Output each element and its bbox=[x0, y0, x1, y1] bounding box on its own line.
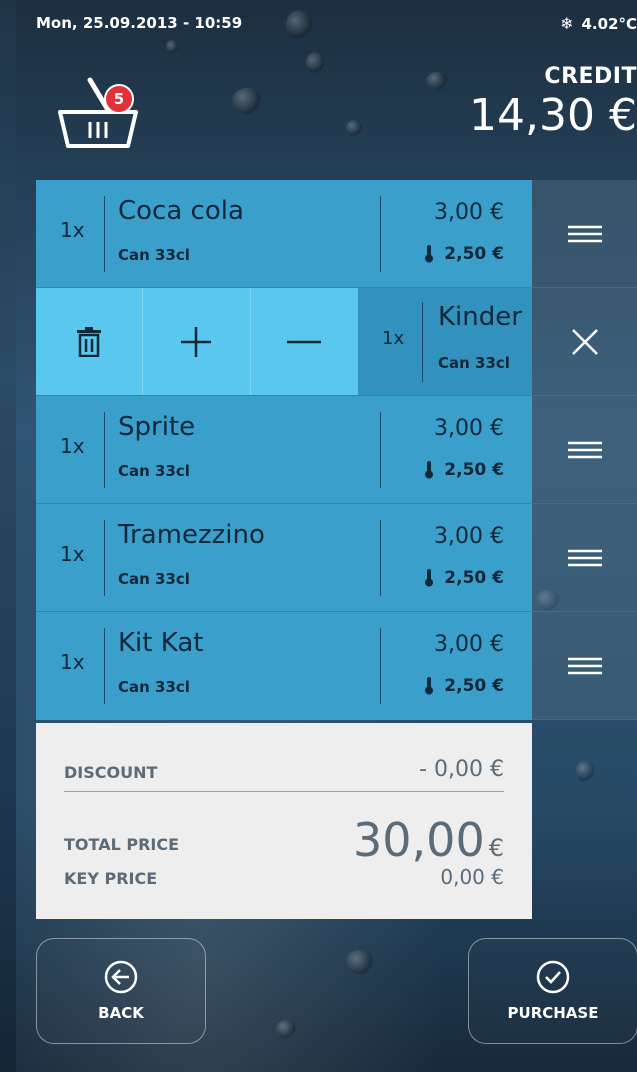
item-quantity: 1x bbox=[60, 434, 85, 458]
back-button-label: BACK bbox=[98, 1004, 144, 1022]
cart-item-row[interactable]: 1x Tramezzino Can 33cl 3,00 € 2,50 € bbox=[36, 504, 532, 612]
water-drop bbox=[306, 52, 324, 74]
item-size: Can 33cl bbox=[118, 570, 190, 588]
item-cold-price: 2,50 € bbox=[424, 568, 504, 588]
cart-item-row-editing: 1x Kinder Can 33cl bbox=[36, 288, 532, 396]
drag-handle[interactable] bbox=[532, 180, 637, 288]
close-icon bbox=[571, 328, 598, 355]
item-price: 3,00 € bbox=[434, 524, 504, 549]
item-size: Can 33cl bbox=[118, 462, 190, 480]
item-price: 3,00 € bbox=[434, 632, 504, 657]
divider bbox=[104, 412, 105, 488]
cart-item-row-swiped[interactable]: 1x Kinder Can 33cl bbox=[358, 288, 532, 395]
cart-item-list: 1x Coca cola Can 33cl 3,00 € 2,50 € 1x K… bbox=[36, 180, 532, 720]
item-name: Kinder bbox=[438, 302, 522, 332]
check-circle-icon bbox=[536, 960, 570, 994]
divider bbox=[104, 520, 105, 596]
price-summary: DISCOUNT - 0,00 € TOTAL PRICE KEY PRICE … bbox=[36, 723, 532, 919]
menu-handle-icon bbox=[567, 549, 602, 566]
water-drop bbox=[232, 88, 262, 114]
divider bbox=[380, 628, 381, 704]
water-drop bbox=[346, 120, 362, 136]
credit-label: CREDIT bbox=[544, 64, 637, 89]
purchase-button[interactable]: PURCHASE bbox=[468, 938, 637, 1044]
cart-count-badge: 5 bbox=[104, 84, 134, 114]
divider bbox=[64, 791, 504, 792]
total-price-value: 30,00 € bbox=[353, 813, 504, 867]
item-name: Tramezzino bbox=[118, 520, 265, 550]
item-quantity: 1x bbox=[60, 542, 85, 566]
drag-handle[interactable] bbox=[532, 396, 637, 504]
total-currency: € bbox=[488, 834, 504, 862]
item-name: Sprite bbox=[118, 412, 196, 442]
drag-handle[interactable] bbox=[532, 612, 637, 720]
status-bar: Mon, 25.09.2013 - 10:59 ❄ 4.02°C bbox=[36, 14, 637, 38]
divider bbox=[422, 302, 423, 382]
water-drop bbox=[426, 72, 448, 90]
snowflake-icon: ❄ bbox=[560, 14, 574, 33]
item-size: Can 33cl bbox=[118, 246, 190, 264]
item-size: Can 33cl bbox=[438, 354, 510, 372]
close-edit-button[interactable] bbox=[532, 288, 637, 396]
cart-item-row[interactable]: 1x Kit Kat Can 33cl 3,00 € 2,50 € bbox=[36, 612, 532, 720]
divider bbox=[104, 628, 105, 704]
back-arrow-icon bbox=[104, 960, 138, 994]
item-cold-price: 2,50 € bbox=[424, 676, 504, 696]
cart-item-row[interactable]: 1x Coca cola Can 33cl 3,00 € 2,50 € bbox=[36, 180, 532, 288]
divider bbox=[380, 412, 381, 488]
cart-item-row[interactable]: 1x Sprite Can 33cl 3,00 € 2,50 € bbox=[36, 396, 532, 504]
back-button[interactable]: BACK bbox=[36, 938, 206, 1044]
thermometer-icon bbox=[425, 677, 434, 695]
trash-icon bbox=[77, 327, 101, 357]
water-drop bbox=[166, 40, 178, 54]
total-amount: 30,00 bbox=[353, 813, 485, 867]
water-drop bbox=[576, 760, 594, 782]
discount-label: DISCOUNT bbox=[64, 763, 158, 782]
item-cold-price: 2,50 € bbox=[424, 244, 504, 264]
thermometer-icon bbox=[425, 461, 434, 479]
divider bbox=[104, 196, 105, 272]
cold-price-value: 2,50 € bbox=[444, 568, 504, 588]
item-price: 3,00 € bbox=[434, 416, 504, 441]
delete-item-button[interactable] bbox=[36, 288, 143, 395]
thermometer-icon bbox=[425, 245, 434, 263]
row-handles bbox=[532, 180, 637, 720]
screen: Mon, 25.09.2013 - 10:59 ❄ 4.02°C 5 CREDI… bbox=[16, 0, 637, 1072]
menu-handle-icon bbox=[567, 657, 602, 674]
divider bbox=[380, 196, 381, 272]
thermometer-icon bbox=[425, 569, 434, 587]
decrease-quantity-button[interactable] bbox=[250, 288, 358, 395]
item-name: Coca cola bbox=[118, 196, 244, 226]
datetime: Mon, 25.09.2013 - 10:59 bbox=[36, 14, 243, 32]
minus-icon bbox=[287, 340, 321, 344]
drag-handle[interactable] bbox=[532, 504, 637, 612]
cold-price-value: 2,50 € bbox=[444, 244, 504, 264]
increase-quantity-button[interactable] bbox=[142, 288, 251, 395]
temperature-value: 4.02°C bbox=[581, 14, 637, 33]
key-price-label: KEY PRICE bbox=[64, 869, 158, 888]
total-price-label: TOTAL PRICE bbox=[64, 835, 180, 854]
purchase-button-label: PURCHASE bbox=[507, 1004, 599, 1022]
item-quantity: 1x bbox=[382, 328, 405, 349]
credit-value: 14,30 € bbox=[469, 90, 637, 141]
item-cold-price: 2,50 € bbox=[424, 460, 504, 480]
discount-value: - 0,00 € bbox=[419, 757, 504, 782]
menu-handle-icon bbox=[567, 225, 602, 242]
item-price: 3,00 € bbox=[434, 200, 504, 225]
item-quantity: 1x bbox=[60, 650, 85, 674]
water-drop bbox=[346, 950, 374, 974]
cold-price-value: 2,50 € bbox=[444, 460, 504, 480]
temperature: ❄ 4.02°C bbox=[560, 14, 637, 33]
water-drop bbox=[276, 1020, 296, 1038]
item-quantity: 1x bbox=[60, 218, 85, 242]
key-price-value: 0,00 € bbox=[440, 865, 504, 889]
item-size: Can 33cl bbox=[118, 678, 190, 696]
cold-price-value: 2,50 € bbox=[444, 676, 504, 696]
plus-icon bbox=[181, 327, 211, 357]
divider bbox=[380, 520, 381, 596]
item-name: Kit Kat bbox=[118, 628, 204, 658]
menu-handle-icon bbox=[567, 441, 602, 458]
